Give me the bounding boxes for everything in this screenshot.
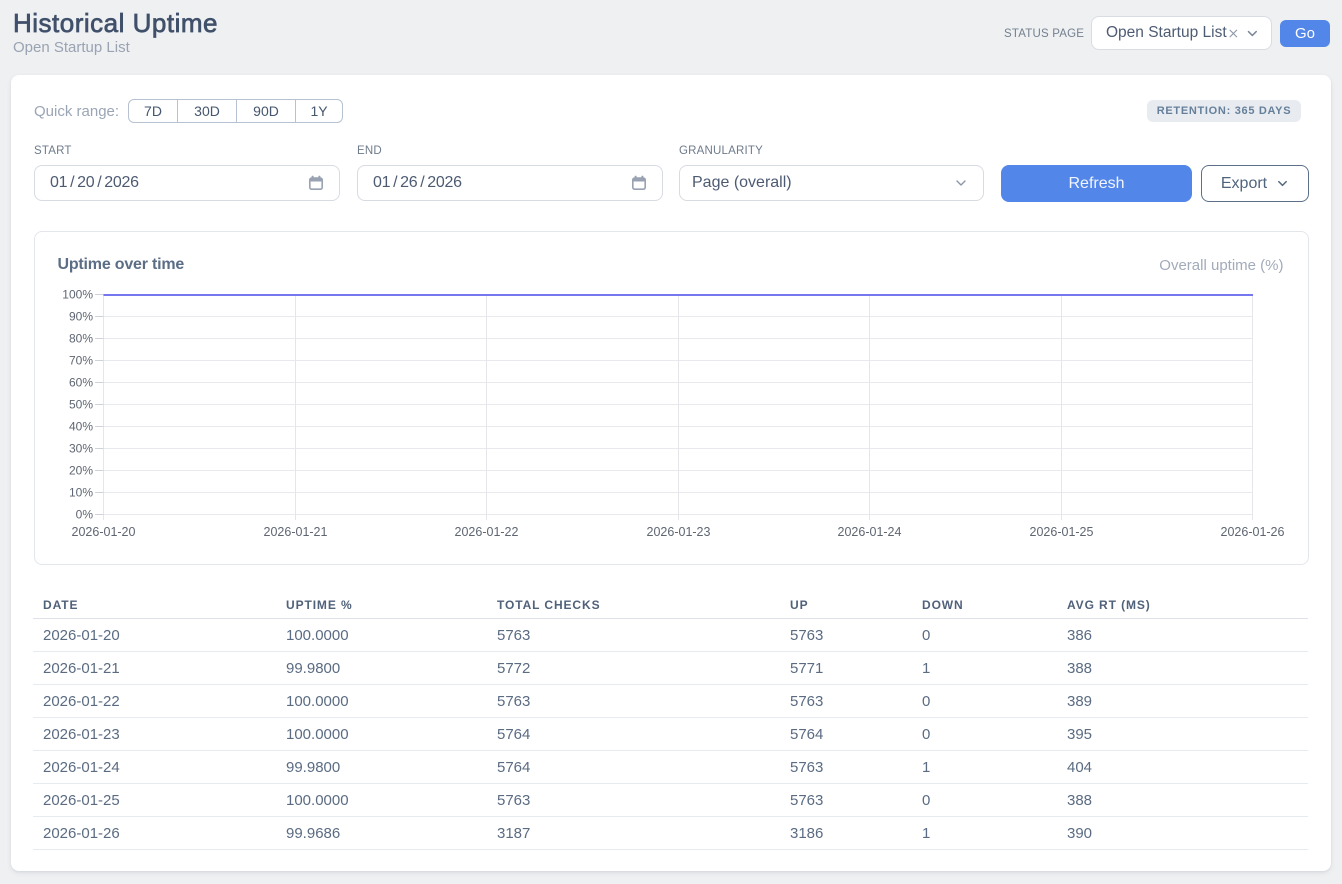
svg-text:30%: 30% [68, 442, 92, 456]
svg-text:0%: 0% [75, 508, 93, 522]
svg-text:80%: 80% [68, 332, 92, 346]
svg-text:2026-01-21: 2026-01-21 [263, 525, 327, 539]
svg-text:2026-01-25: 2026-01-25 [1029, 525, 1093, 539]
svg-text:2026-01-26: 2026-01-26 [1220, 525, 1284, 539]
svg-text:10%: 10% [68, 486, 92, 500]
svg-text:70%: 70% [68, 354, 92, 368]
svg-text:100%: 100% [62, 288, 93, 302]
svg-text:20%: 20% [68, 464, 92, 478]
svg-text:40%: 40% [68, 420, 92, 434]
svg-text:50%: 50% [68, 398, 92, 412]
svg-text:2026-01-22: 2026-01-22 [454, 525, 518, 539]
svg-text:90%: 90% [68, 310, 92, 324]
svg-text:2026-01-20: 2026-01-20 [71, 525, 135, 539]
svg-text:2026-01-24: 2026-01-24 [837, 525, 901, 539]
svg-text:2026-01-23: 2026-01-23 [646, 525, 710, 539]
svg-text:60%: 60% [68, 376, 92, 390]
